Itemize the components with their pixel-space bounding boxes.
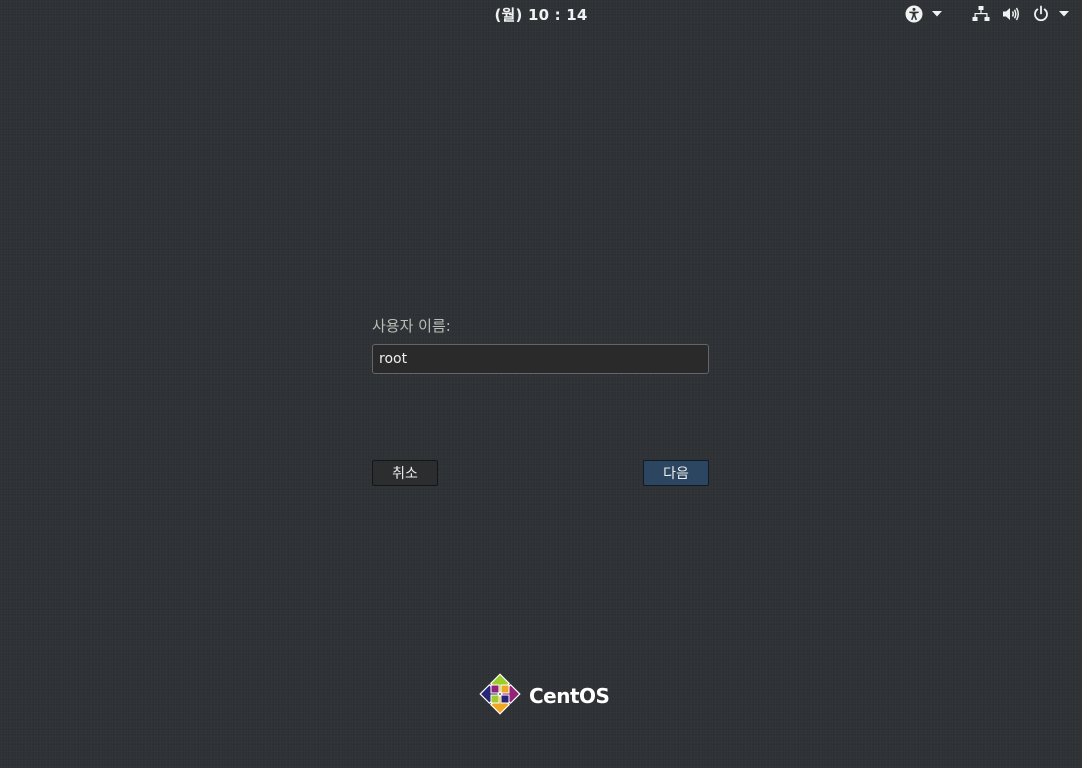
network-wired-icon xyxy=(972,5,990,23)
volume-icon xyxy=(1002,5,1020,23)
chevron-down-icon xyxy=(932,11,942,17)
accessibility-menu[interactable] xyxy=(905,4,942,24)
system-menu[interactable] xyxy=(972,4,1069,24)
login-form: 사용자 이름: 취소 다음 xyxy=(372,316,709,486)
power-icon xyxy=(1032,5,1050,23)
clock-label: (월) 10 : 14 xyxy=(494,6,588,24)
next-button[interactable]: 다음 xyxy=(643,460,709,486)
accessibility-icon xyxy=(905,5,923,23)
chevron-down-icon xyxy=(1059,11,1069,17)
cancel-button[interactable]: 취소 xyxy=(372,460,438,486)
username-label: 사용자 이름: xyxy=(372,317,451,335)
top-bar: (월) 10 : 14 xyxy=(0,0,1082,28)
centos-logo: CentOS xyxy=(478,672,610,720)
background-texture xyxy=(0,0,1082,768)
centos-logo-text: CentOS xyxy=(529,684,610,708)
username-input[interactable] xyxy=(372,344,709,374)
centos-logo-icon xyxy=(478,672,522,720)
